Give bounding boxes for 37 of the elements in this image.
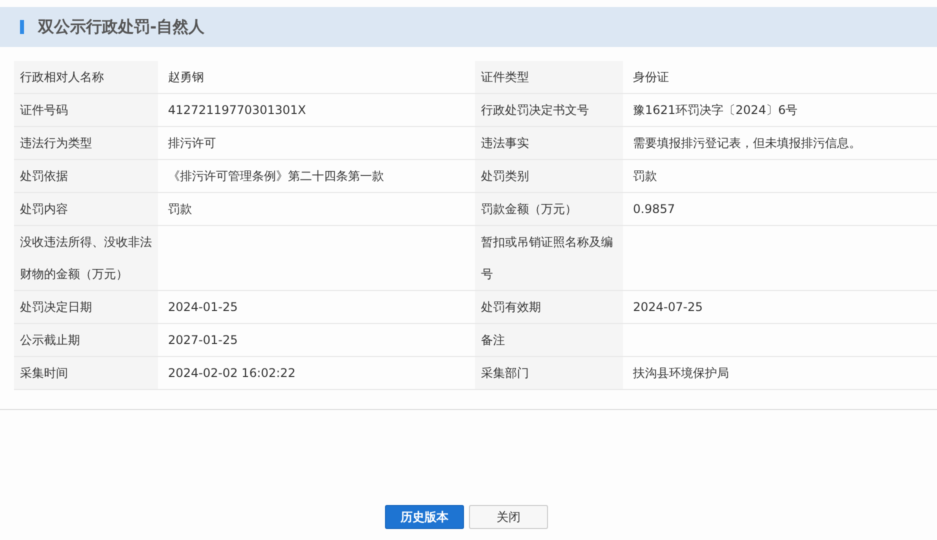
close-button[interactable]: 关闭: [469, 505, 548, 529]
field-value: 扶沟县环境保护局: [633, 365, 729, 382]
field-value: 2024-01-25: [168, 299, 238, 316]
field-label: 公示截止期: [14, 324, 158, 356]
field-value: 0.9857: [633, 201, 675, 218]
field-value: 排污许可: [168, 135, 216, 152]
field-label: 采集部门: [475, 357, 623, 389]
field-label: 采集时间: [14, 357, 158, 389]
field-label: 处罚类别: [475, 160, 623, 192]
field-label: 违法行为类型: [14, 127, 158, 159]
field-label: 备注: [475, 324, 623, 356]
field-value: 赵勇钢: [168, 69, 204, 86]
field-label: 证件类型: [475, 61, 623, 93]
field-value: 罚款: [633, 168, 657, 185]
field-value: 罚款: [168, 201, 192, 218]
field-label: 处罚依据: [14, 160, 158, 192]
field-value: 身份证: [633, 69, 669, 86]
field-value: 豫1621环罚决字〔2024〕6号: [633, 102, 798, 119]
field-label: 罚款金额（万元）: [475, 193, 623, 225]
field-label: 处罚内容: [14, 193, 158, 225]
field-value: 《排污许可管理条例》第二十四条第一款: [168, 168, 384, 185]
field-label: 没收违法所得、没收非法财物的金额（万元）: [14, 226, 158, 290]
field-value: 2024-02-02 16:02:22: [168, 365, 296, 382]
field-label: 行政相对人名称: [14, 61, 158, 93]
field-label: 暂扣或吊销证照名称及编号: [475, 226, 623, 290]
field-label: 违法事实: [475, 127, 623, 159]
history-button[interactable]: 历史版本: [385, 505, 464, 529]
page-title: 双公示行政处罚-自然人: [38, 16, 205, 38]
field-value: 41272119770301301X: [168, 102, 306, 119]
accent-mark: [20, 20, 24, 34]
field-value: 2024-07-25: [633, 299, 703, 316]
field-label: 处罚决定日期: [14, 291, 158, 323]
field-value: 2027-01-25: [168, 332, 238, 349]
field-label: 证件号码: [14, 94, 158, 126]
field-label: 处罚有效期: [475, 291, 623, 323]
field-value: 需要填报排污登记表，但未填报排污信息。: [633, 135, 861, 152]
field-label: 行政处罚决定书文号: [475, 94, 623, 126]
